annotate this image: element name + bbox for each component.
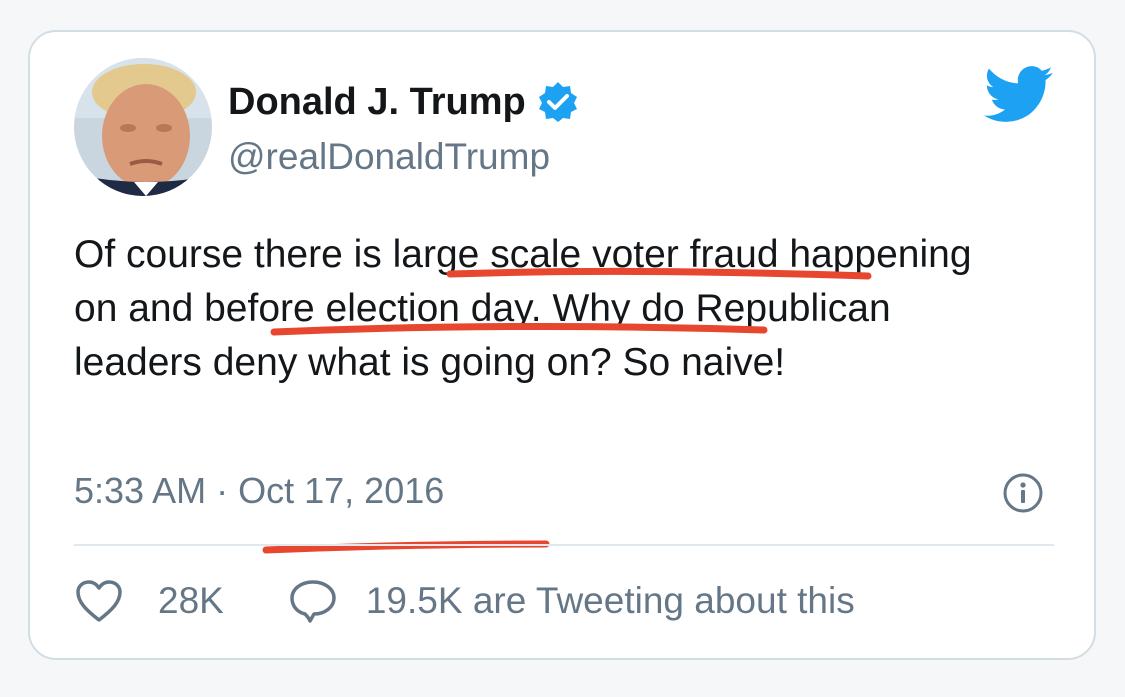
author-avatar[interactable] xyxy=(74,58,212,196)
tweet-actions: 28K 19.5K are Tweeting about this xyxy=(74,578,855,624)
tweet-date[interactable]: Oct 17, 2016 xyxy=(238,470,444,511)
tweet-text-highlight-2: on and before election day xyxy=(74,287,531,330)
tweet-text-part: Of course there is xyxy=(74,233,393,276)
heart-icon[interactable] xyxy=(74,578,124,624)
tweet-text: Of course there is large scale voter fra… xyxy=(74,228,1004,390)
tweet-card: Donald J. Trump @realDonaldTrump Of cour… xyxy=(28,30,1096,660)
speech-bubble-icon[interactable] xyxy=(288,578,338,624)
author-handle[interactable]: @realDonaldTrump xyxy=(228,136,550,178)
like-count[interactable]: 28K xyxy=(158,580,224,622)
tweeting-count[interactable]: 19.5K are Tweeting about this xyxy=(366,580,855,622)
info-icon[interactable] xyxy=(1002,472,1044,514)
author-name-text[interactable]: Donald J. Trump xyxy=(228,81,526,124)
tweet-text-highlight-1: large scale voter fraud xyxy=(392,233,779,276)
tweet-timestamp[interactable]: 5:33 AM · Oct 17, 2016 xyxy=(74,470,444,512)
tweet-text-part: happening xyxy=(778,233,983,276)
divider xyxy=(74,544,1054,546)
tweet-time[interactable]: 5:33 AM xyxy=(74,470,206,511)
author-name[interactable]: Donald J. Trump xyxy=(228,80,580,124)
meta-separator: · xyxy=(216,470,229,511)
twitter-bird-icon[interactable] xyxy=(984,65,1054,125)
verified-badge-icon xyxy=(536,80,580,124)
